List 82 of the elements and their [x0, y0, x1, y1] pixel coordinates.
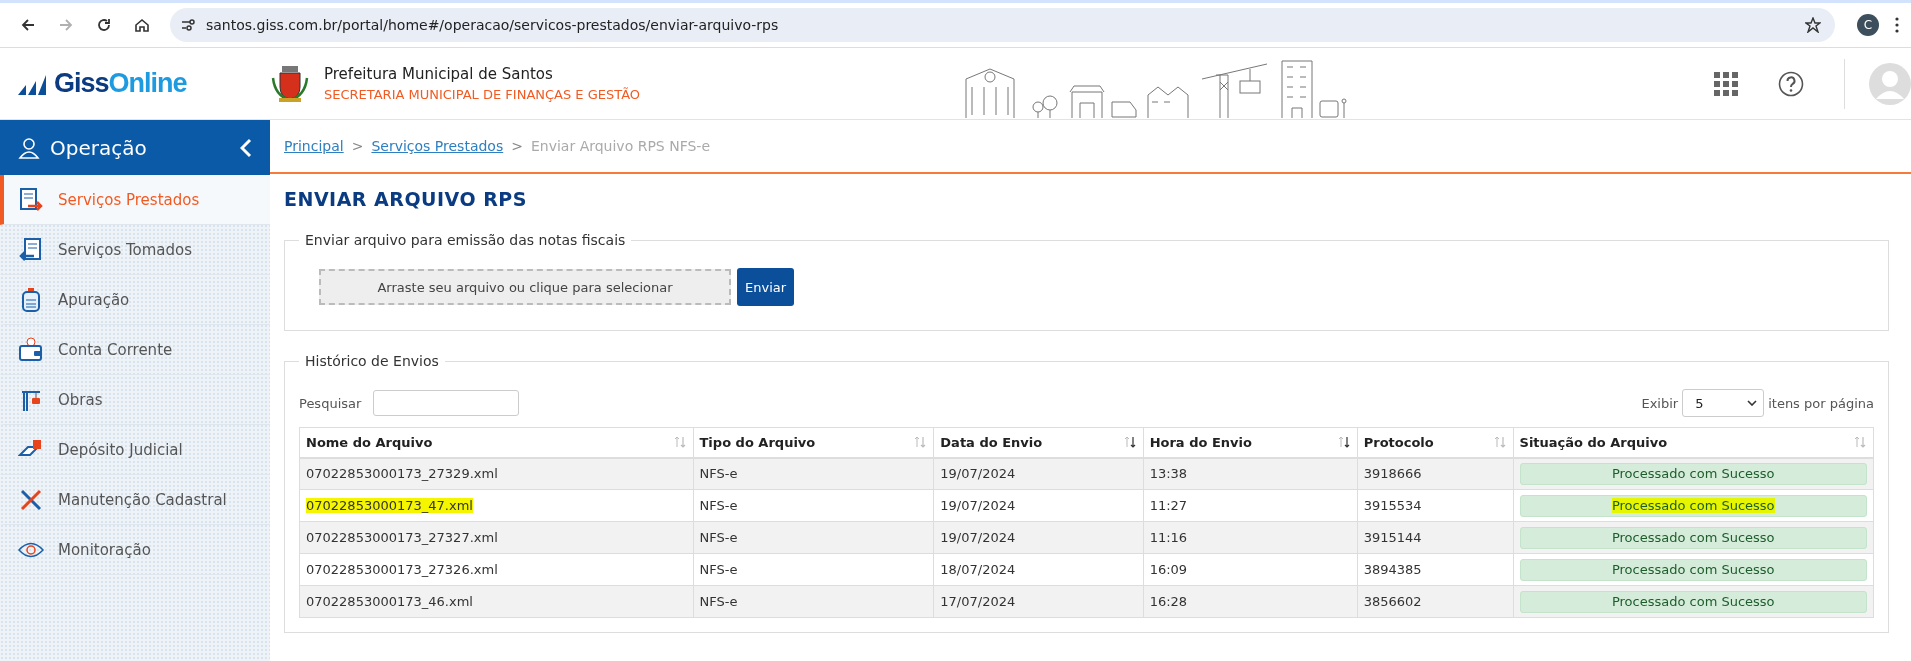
coat-of-arms-icon	[270, 63, 310, 104]
show-label: Exibir	[1641, 395, 1679, 411]
send-button[interactable]: Enviar	[737, 268, 795, 306]
sidebar-item[interactable]: Depósito Judicial	[0, 425, 270, 475]
table-cell: 19/07/2024	[933, 489, 1144, 522]
status-badge: Processado com Sucesso	[1519, 590, 1867, 613]
address-bar[interactable]: santos.giss.com.br/portal/home#/operacao/servicos-prestados/enviar-arquivo-rps	[170, 8, 1835, 42]
status-badge: Processado com Sucesso	[1519, 462, 1867, 485]
breadcrumb-separator: >	[351, 138, 364, 154]
sort-icon[interactable]	[1122, 435, 1137, 450]
organization-title: Prefeitura Municipal de Santos	[324, 65, 554, 83]
table-cell: 19/07/2024	[933, 457, 1144, 490]
table-cell: 3856602	[1357, 585, 1513, 618]
page-title: ENVIAR ARQUIVO RPS	[284, 188, 527, 210]
table-cell: 3915144	[1357, 521, 1513, 554]
chevron-down-icon[interactable]	[1747, 400, 1758, 406]
table-cell: NFS-e	[693, 457, 934, 490]
table-cell: 17/07/2024	[933, 585, 1144, 618]
sort-icon[interactable]	[1336, 435, 1351, 450]
star-icon[interactable]	[1805, 17, 1821, 33]
file-dropzone[interactable]: Arraste seu arquivo ou clique para selecionar	[319, 269, 731, 305]
table-cell: 07022853000173_46.xml	[299, 585, 693, 618]
table-cell: 16:28	[1143, 585, 1358, 618]
eye-icon	[18, 540, 44, 559]
column-header[interactable]: Hora do Envio	[1143, 427, 1358, 458]
status-badge: Processado com Sucesso	[1519, 526, 1867, 549]
table-cell: 07022853000173_27327.xml	[299, 521, 693, 554]
sidebar-item[interactable]: Manutenção Cadastral	[0, 475, 270, 525]
site-settings-icon[interactable]	[180, 17, 196, 33]
table-cell: NFS-e	[693, 521, 934, 554]
column-header[interactable]: Situação do Arquivo	[1513, 427, 1874, 458]
status-badge: Processado com Sucesso	[1519, 494, 1867, 517]
table-cell: NFS-e	[693, 553, 934, 586]
table-cell: 19/07/2024	[933, 521, 1144, 554]
sidebar-item[interactable]: Monitoração	[0, 525, 270, 575]
menu-icon[interactable]	[1895, 17, 1899, 33]
document-arrow-icon	[18, 186, 44, 213]
breadcrumb-link[interactable]: Principal	[284, 138, 344, 154]
table-cell: 16:09	[1143, 553, 1358, 586]
sidebar-item[interactable]: Conta Corrente	[0, 325, 270, 375]
page-size-select[interactable]: 5	[1682, 389, 1765, 417]
column-header[interactable]: Data do Envio	[933, 427, 1144, 458]
apps-grid-icon[interactable]	[1714, 71, 1738, 96]
reload-icon[interactable]	[96, 17, 112, 33]
search-field[interactable]	[373, 390, 520, 416]
column-header[interactable]: Tipo do Arquivo	[693, 427, 934, 458]
table-cell: 3894385	[1357, 553, 1513, 586]
status-badge: Processado com Sucesso	[1519, 558, 1867, 581]
sidebar-title: Operação	[50, 135, 148, 160]
table-cell: 07022853000173_47.xml	[299, 489, 693, 522]
document-arrow-icon	[18, 236, 44, 263]
back-arrow-icon[interactable]	[20, 17, 36, 33]
panel-legend: Enviar arquivo para emissão das notas fiscais	[299, 232, 632, 248]
breadcrumb-link[interactable]: Serviços Prestados	[371, 138, 504, 154]
breadcrumb-current: Enviar Arquivo RPS NFS-e	[530, 138, 710, 154]
table-cell: 18/07/2024	[933, 553, 1144, 586]
user-icon	[18, 136, 40, 159]
table-cell: 11:16	[1143, 521, 1358, 554]
collapse-chevron-icon[interactable]	[240, 137, 252, 158]
profile-avatar[interactable]: C	[1857, 14, 1879, 36]
home-icon[interactable]	[134, 17, 150, 33]
per-page-label: itens por página	[1768, 395, 1874, 411]
help-icon[interactable]	[1778, 70, 1804, 97]
table-cell: NFS-e	[693, 585, 934, 618]
table-cell: 07022853000173_27329.xml	[299, 457, 693, 490]
panel-legend: Histórico de Envios	[299, 353, 445, 369]
sidebar-item[interactable]: Apuração	[0, 275, 270, 325]
breadcrumb-separator: >	[511, 138, 523, 154]
table-cell: 3918666	[1357, 457, 1513, 490]
logo-text: GissOnline	[54, 68, 187, 99]
wallet-icon	[18, 336, 44, 363]
column-header[interactable]: Nome do Arquivo	[299, 427, 693, 458]
search-label: Pesquisar	[299, 395, 362, 411]
table-cell: 3915534	[1357, 489, 1513, 522]
sidebar-item[interactable]: Obras	[0, 375, 270, 425]
table-cell: 11:27	[1143, 489, 1358, 522]
table-cell: 07022853000173_27326.xml	[299, 553, 693, 586]
table-cell: 13:38	[1143, 457, 1358, 490]
organization-subtitle: SECRETARIA MUNICIPAL DE FINANÇAS E GESTÃO	[324, 87, 641, 102]
table-cell: NFS-e	[693, 489, 934, 522]
column-header[interactable]: Protocolo	[1357, 427, 1513, 458]
sidebar-item[interactable]: Serviços Tomados	[0, 225, 270, 275]
